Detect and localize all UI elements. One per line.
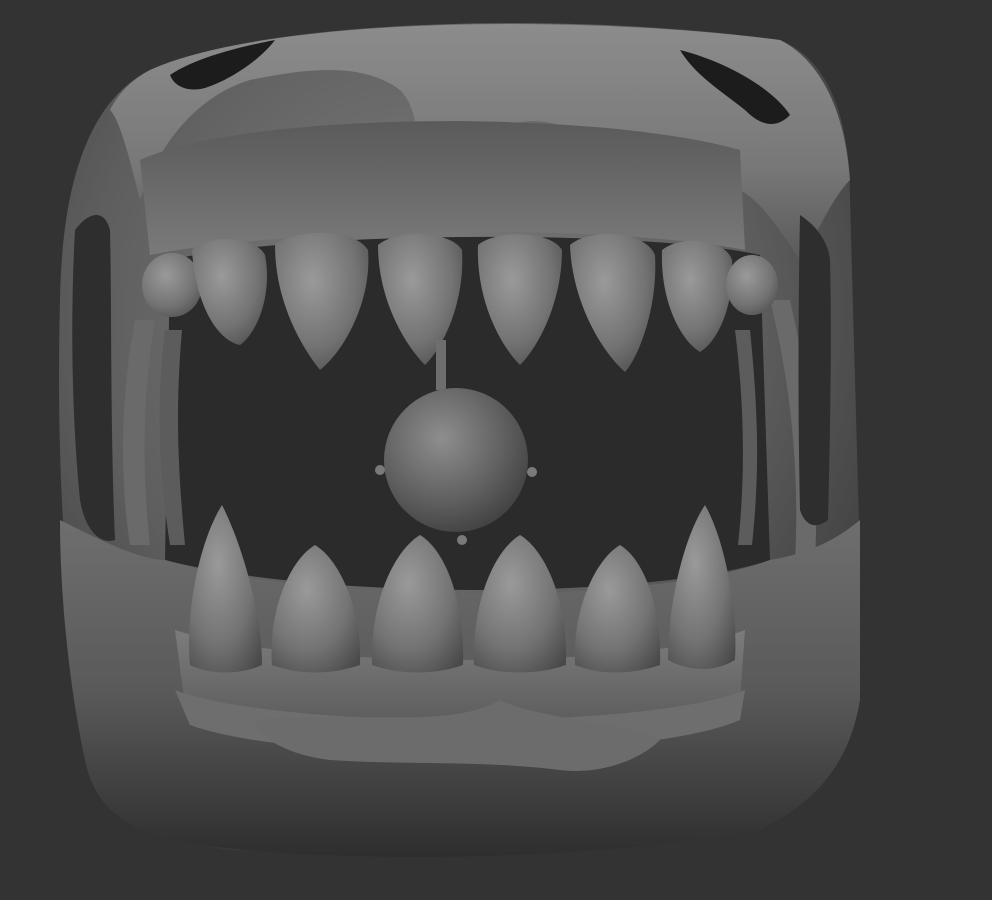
- ball-nub-bottom: [457, 535, 467, 545]
- ball-nub-left: [375, 465, 385, 475]
- tongue-ball: [384, 388, 528, 532]
- shell-hole-right: [798, 215, 831, 526]
- sculpt-render: [59, 23, 860, 857]
- viewport-canvas[interactable]: [0, 0, 992, 900]
- tongue-stalk: [436, 340, 446, 390]
- ball-nub-right: [527, 467, 537, 477]
- upper-molar-right: [726, 255, 778, 315]
- upper-molar-left: [142, 253, 202, 317]
